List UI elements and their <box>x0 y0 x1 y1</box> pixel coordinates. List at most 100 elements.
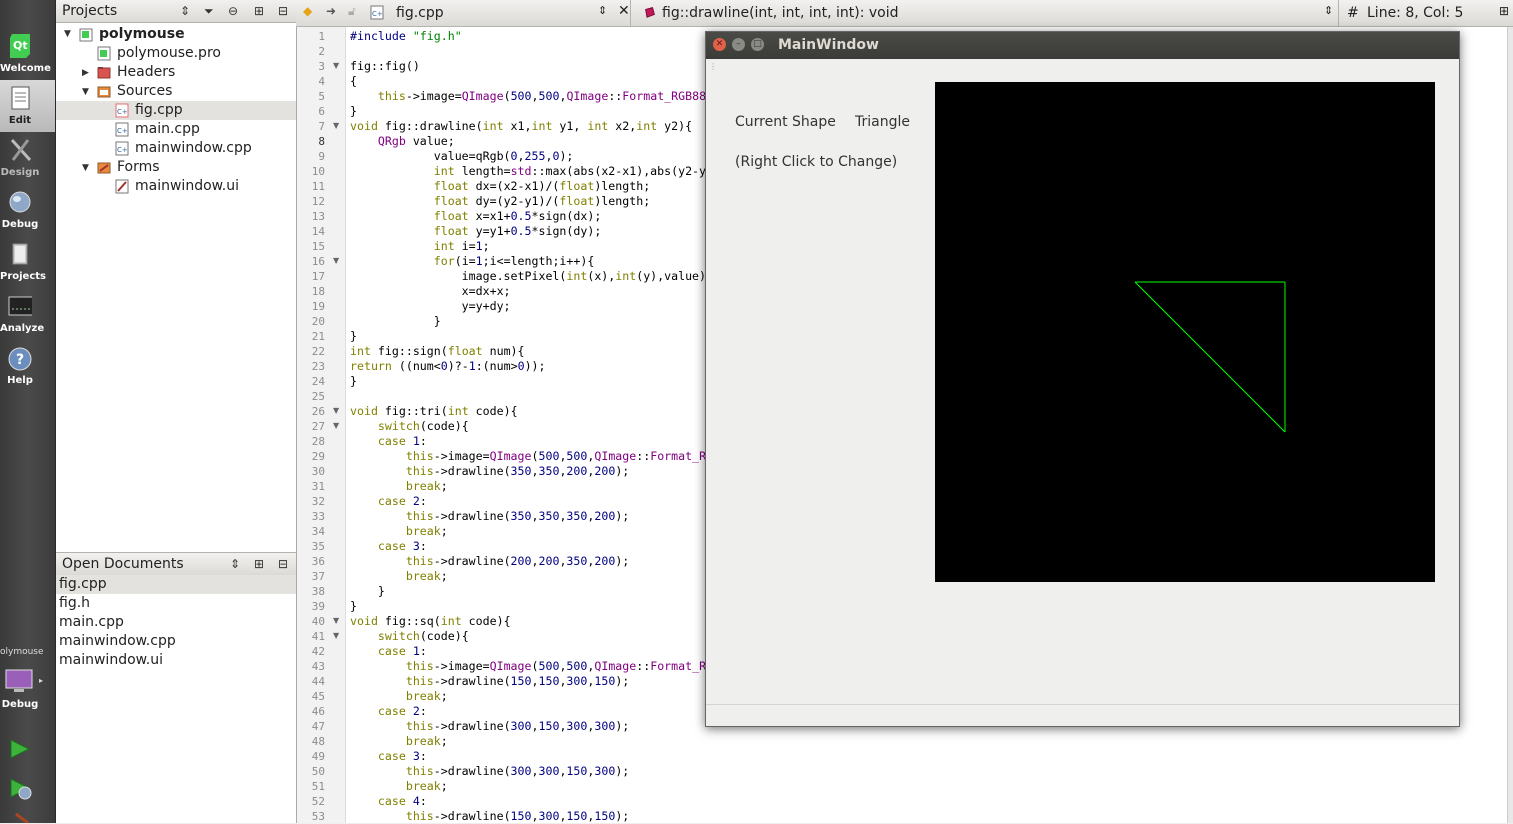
tree-item-headers[interactable]: Headers <box>117 63 175 82</box>
symbol-selector[interactable]: fig::drawline(int, int, int, int): void <box>662 5 899 21</box>
kit-monitor-icon <box>5 669 33 692</box>
cursor-position[interactable]: Line: 8, Col: 5 <box>1367 5 1463 21</box>
view-selector-arrows-icon[interactable]: ⇕ <box>230 557 240 571</box>
line-number: 22 <box>311 345 325 358</box>
projects-book-icon <box>12 243 28 265</box>
line-number: 2 <box>318 45 325 58</box>
open-doc-item[interactable]: main.cpp <box>56 613 296 632</box>
tree-item-sources[interactable]: Sources <box>117 82 172 101</box>
expand-arrow-icon[interactable]: ▼ <box>82 87 89 97</box>
open-doc-item[interactable]: mainwindow.cpp <box>56 632 296 651</box>
file-selector-arrows-icon[interactable]: ⇕ <box>598 4 607 17</box>
split-icon[interactable]: ⊞ <box>254 4 264 18</box>
tree-item-fig-cpp[interactable]: C+ fig.cpp <box>56 101 296 120</box>
line-number: 18 <box>311 285 325 298</box>
debug-run-button[interactable] <box>9 777 33 801</box>
code-line: } <box>350 584 385 598</box>
fold-marker-icon[interactable]: ▼ <box>333 631 339 640</box>
line-number: 53 <box>311 810 325 823</box>
expand-arrow-icon[interactable]: ▼ <box>64 29 71 39</box>
tree-item-project[interactable]: polymouse <box>99 25 185 44</box>
code-line: switch(code){ <box>377 629 469 643</box>
mode-help[interactable]: ? Help <box>0 340 55 392</box>
mode-welcome[interactable]: Qt Welcome <box>0 28 55 80</box>
ui-file-icon <box>115 179 129 194</box>
fold-marker-icon[interactable]: ▼ <box>333 256 339 265</box>
code-line: float dy=(y2-y1)/(float)length; <box>433 194 651 208</box>
fold-marker-icon[interactable]: ▼ <box>333 406 339 415</box>
code-line: break; <box>405 779 448 793</box>
code-line: case 2: <box>377 494 427 508</box>
close-document-icon[interactable]: ✕ <box>618 3 630 19</box>
debug-bug-icon <box>9 191 31 213</box>
code-line: break; <box>405 689 448 703</box>
mode-projects[interactable]: Projects <box>0 236 55 288</box>
kit-build-mode: Debug <box>1 699 39 710</box>
editor-scrollbar[interactable] <box>1507 27 1513 823</box>
svg-text:C+: C+ <box>117 127 128 135</box>
expand-arrow-icon[interactable]: ▶ <box>82 68 89 78</box>
status-bar <box>706 705 1459 726</box>
close-pane-icon[interactable]: ⊟ <box>278 4 288 18</box>
link-editor-icon[interactable]: ⊖ <box>228 4 238 18</box>
open-documents-title: Open Documents <box>62 556 184 572</box>
project-icon <box>79 28 93 42</box>
split-icon[interactable]: ⊞ <box>1499 4 1509 18</box>
line-number: 33 <box>311 510 325 523</box>
current-file-selector[interactable]: fig.cpp <box>396 5 444 21</box>
window-close-button[interactable]: ✕ <box>713 38 726 51</box>
go-forward-icon[interactable]: ➜ <box>326 4 336 18</box>
code-line: case 4: <box>377 794 427 808</box>
window-titlebar[interactable]: ✕ – □ MainWindow <box>706 32 1459 59</box>
code-line: image.setPixel(int(x),int(y),value); <box>350 269 713 283</box>
split-icon[interactable]: ⊞ <box>254 557 264 571</box>
fold-marker-icon[interactable]: ▼ <box>333 61 339 70</box>
line-number: 27 <box>311 420 325 433</box>
tree-item-mainwindow-cpp[interactable]: mainwindow.cpp <box>135 139 252 158</box>
window-maximize-button[interactable]: □ <box>751 38 764 51</box>
code-line: value=qRgb(0,255,0); <box>350 149 574 163</box>
tree-item-forms[interactable]: Forms <box>117 158 160 177</box>
help-question-icon: ? <box>8 347 32 371</box>
symbol-selector-arrows-icon[interactable]: ⇕ <box>1324 4 1333 17</box>
drawing-canvas[interactable] <box>935 82 1435 582</box>
svg-text:?: ? <box>16 352 24 368</box>
current-shape-label: Current Shape <box>735 114 836 130</box>
code-line: y=y+dy; <box>350 299 511 313</box>
code-line: } <box>350 314 441 328</box>
open-doc-item[interactable]: fig.h <box>56 594 296 613</box>
line-number: 25 <box>311 390 325 403</box>
tree-item-pro-file[interactable]: polymouse.pro <box>117 44 221 63</box>
cpp-file-icon: C+ <box>370 5 384 20</box>
tree-item-mainwindow-ui[interactable]: mainwindow.ui <box>135 177 239 196</box>
open-doc-item[interactable]: mainwindow.ui <box>56 651 296 670</box>
code-line: case 1: <box>377 644 427 658</box>
mode-edit[interactable]: Edit <box>0 80 55 132</box>
code-line: this->drawline(300,150,300,300); <box>405 719 630 733</box>
code-line: float dx=(x2-x1)/(float)length; <box>433 179 651 193</box>
kit-selector[interactable]: ▸ Debug <box>0 662 55 714</box>
filter-icon[interactable]: ⏷ <box>204 4 214 19</box>
mode-debug[interactable]: Debug <box>0 184 55 236</box>
open-doc-item[interactable]: fig.cpp <box>56 575 296 594</box>
expand-arrow-icon[interactable]: ▼ <box>82 163 89 173</box>
fold-marker-icon[interactable]: ▼ <box>333 121 339 130</box>
line-number: 10 <box>311 165 325 178</box>
edit-document-icon <box>11 86 30 110</box>
go-back-icon[interactable]: ◆ <box>303 4 312 18</box>
mode-analyze[interactable]: Analyze <box>0 288 55 340</box>
code-line: void fig::sq(int code){ <box>350 614 511 628</box>
tree-item-main-cpp[interactable]: main.cpp <box>135 120 200 139</box>
run-button[interactable] <box>9 738 31 760</box>
window-minimize-button[interactable]: – <box>732 38 745 51</box>
build-hammer-icon[interactable] <box>14 812 34 823</box>
fold-marker-icon[interactable]: ▼ <box>333 421 339 430</box>
line-number: 12 <box>311 195 325 208</box>
view-selector-arrows-icon[interactable]: ⇕ <box>180 4 190 18</box>
line-number: 17 <box>311 270 325 283</box>
mode-design[interactable]: Design <box>0 132 55 184</box>
close-pane-icon[interactable]: ⊟ <box>278 557 288 571</box>
cpp-file-icon: C+ <box>115 122 129 137</box>
line-number: 20 <box>311 315 325 328</box>
fold-marker-icon[interactable]: ▼ <box>333 616 339 625</box>
